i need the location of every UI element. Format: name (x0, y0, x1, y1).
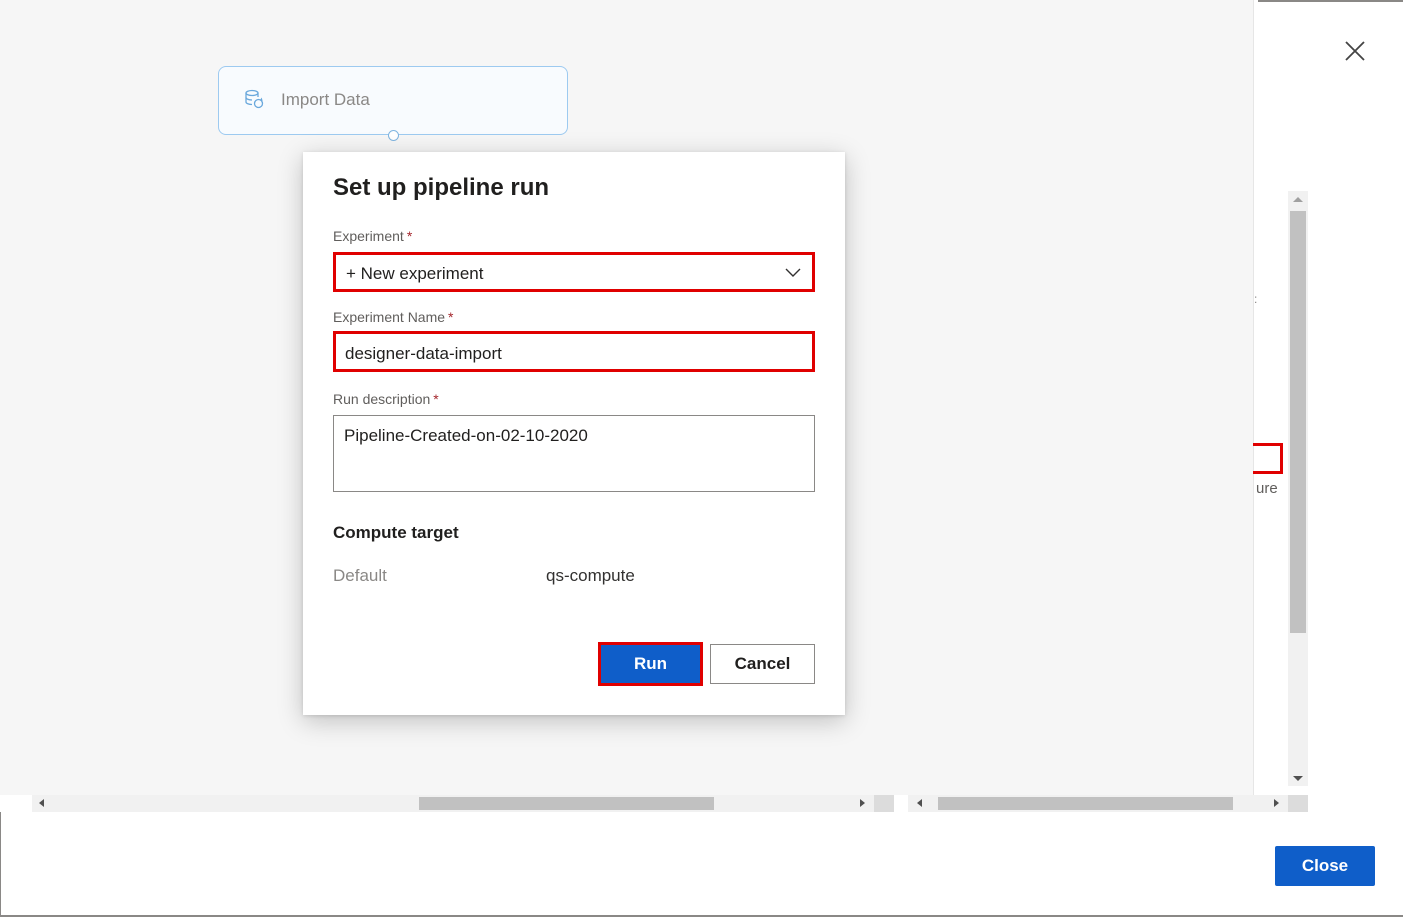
chevron-down-icon (785, 268, 801, 277)
scroll-down-arrow-icon[interactable] (1293, 776, 1303, 781)
close-icon[interactable] (1340, 36, 1370, 66)
scroll-right-arrow-icon[interactable] (860, 799, 865, 807)
experiment-selected-value: + New experiment (346, 264, 484, 283)
module-label: Import Data (281, 90, 370, 109)
experiment-name-label-text: Experiment Name (333, 309, 446, 325)
panel-peek-dot: : (1254, 292, 1258, 306)
scroll-left-arrow-icon[interactable] (39, 799, 44, 807)
scroll-thumb[interactable] (419, 797, 714, 810)
panel-peek-text: ure (1256, 480, 1278, 497)
canvas-horizontal-scrollbar[interactable] (32, 795, 874, 812)
cancel-button[interactable]: Cancel (710, 644, 815, 684)
scroll-up-arrow-icon[interactable] (1293, 197, 1303, 202)
dialog-title: Set up pipeline run (333, 174, 550, 201)
scroll-right-arrow-icon[interactable] (1274, 799, 1279, 807)
experiment-dropdown[interactable]: + New experiment (333, 252, 815, 292)
properties-panel (1253, 0, 1403, 795)
close-button[interactable]: Close (1275, 846, 1375, 886)
experiment-label-text: Experiment (333, 228, 404, 244)
import-data-module[interactable]: Import Data (218, 66, 568, 135)
experiment-name-value: designer-data-import (345, 344, 502, 363)
scroll-left-arrow-icon[interactable] (917, 799, 922, 807)
scroll-corner (1288, 795, 1308, 812)
scroll-thumb[interactable] (1290, 211, 1306, 633)
output-port[interactable] (388, 130, 399, 141)
compute-target-value: qs-compute (546, 566, 635, 585)
run-description-value: Pipeline-Created-on-02-10-2020 (344, 426, 588, 445)
experiment-name-label: Experiment Name * (333, 309, 454, 325)
required-mark: * (448, 309, 454, 325)
scroll-thumb[interactable] (938, 797, 1233, 810)
panel-horizontal-scrollbar[interactable] (908, 795, 1288, 812)
required-mark: * (433, 391, 439, 407)
run-button[interactable]: Run (598, 642, 703, 686)
panel-vertical-scrollbar[interactable] (1288, 191, 1308, 786)
required-mark: * (406, 228, 413, 244)
setup-pipeline-run-dialog: Set up pipeline run Experiment * + New ex… (303, 152, 845, 715)
compute-target-key: Default (333, 566, 387, 585)
run-description-label: Run description * (333, 391, 439, 407)
scroll-corner (874, 795, 894, 812)
panel-top-border (1258, 0, 1403, 2)
experiment-label: Experiment * (333, 228, 412, 244)
experiment-name-input[interactable]: designer-data-import (333, 331, 815, 372)
database-refresh-icon (245, 89, 264, 109)
panel-highlight-box (1253, 443, 1283, 474)
compute-target-heading: Compute target (333, 523, 459, 542)
run-description-textarea[interactable]: Pipeline-Created-on-02-10-2020 (333, 415, 815, 492)
run-description-label-text: Run description (333, 391, 431, 407)
footer-bar (0, 812, 1403, 917)
